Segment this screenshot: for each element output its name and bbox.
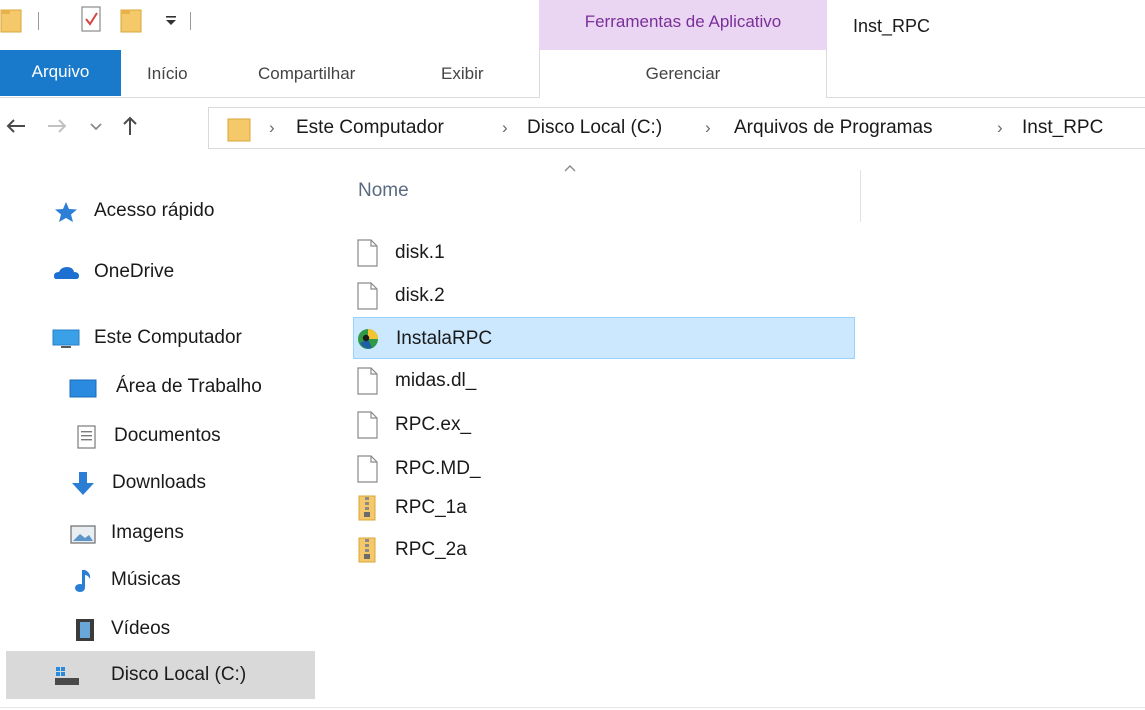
nav-item-documentos[interactable]: Documentos — [0, 413, 320, 459]
window-title: Inst_RPC — [853, 16, 931, 36]
folder-icon — [227, 118, 251, 142]
file-name: RPC.MD_ — [395, 458, 481, 479]
nav-item-musicas[interactable]: Músicas — [0, 557, 320, 603]
nav-item-label: OneDrive — [94, 261, 175, 282]
file-icon — [357, 411, 378, 439]
file-row-rpc-ex[interactable]: RPC.ex_ — [353, 404, 855, 446]
forward-arrow-icon[interactable] — [44, 113, 70, 139]
nav-item-label: Imagens — [111, 522, 184, 543]
properties-icon[interactable] — [81, 6, 101, 32]
file-icon — [357, 239, 378, 267]
document-icon — [77, 425, 96, 449]
nav-item-este-computador[interactable]: Este Computador — [0, 315, 320, 361]
column-divider[interactable] — [860, 170, 861, 222]
tab-compartilhar[interactable]: Compartilhar — [258, 58, 355, 90]
file-row-rpc-1a[interactable]: RPC_1a — [353, 487, 855, 529]
toolbar-separator — [190, 12, 191, 30]
drive-icon — [55, 667, 79, 685]
sort-ascending-icon — [564, 165, 576, 172]
file-name: disk.1 — [395, 242, 445, 263]
file-name: midas.dl_ — [395, 370, 477, 391]
zip-folder-icon — [358, 495, 376, 521]
chevron-down-icon[interactable] — [83, 113, 109, 139]
nav-item-acesso-rapido[interactable]: Acesso rápido — [0, 188, 320, 234]
navigation-pane: Acesso rápido OneDrive Este Computador Á… — [0, 160, 320, 710]
nav-item-label: Acesso rápido — [94, 200, 215, 221]
nav-item-onedrive[interactable]: OneDrive — [0, 249, 320, 295]
breadcrumb-inst-rpc[interactable]: Inst_RPC — [1022, 117, 1103, 139]
customize-dropdown-icon[interactable] — [164, 12, 178, 28]
file-row-rpc-2a[interactable]: RPC_2a — [353, 529, 855, 571]
nav-item-imagens[interactable]: Imagens — [0, 510, 320, 556]
music-note-icon — [75, 570, 91, 592]
star-icon — [55, 202, 77, 222]
address-bar[interactable]: › Este Computador › Disco Local (C:) › A… — [208, 107, 1145, 149]
nav-item-disco-local[interactable]: Disco Local (C:) — [6, 651, 315, 699]
nav-item-label: Vídeos — [111, 618, 171, 639]
context-tab-group: Ferramentas de Aplicativo — [539, 0, 827, 50]
nav-item-label: Área de Trabalho — [116, 376, 262, 397]
file-row-midas-dl[interactable]: midas.dl_ — [353, 360, 855, 402]
nav-item-label: Músicas — [111, 569, 181, 590]
tab-gerenciar[interactable]: Gerenciar — [539, 50, 827, 98]
film-icon — [76, 619, 94, 641]
file-row-rpc-md[interactable]: RPC.MD_ — [353, 448, 855, 490]
nav-item-area-de-trabalho[interactable]: Área de Trabalho — [0, 364, 320, 410]
nav-item-label: Disco Local (C:) — [111, 664, 247, 685]
breadcrumb-separator: › — [997, 118, 1003, 137]
file-name: disk.2 — [395, 285, 445, 306]
breadcrumb-arquivos-de-programas[interactable]: Arquivos de Programas — [734, 117, 933, 139]
folder-icon — [0, 9, 22, 33]
breadcrumb-separator: › — [502, 118, 508, 137]
cloud-icon — [54, 267, 79, 279]
file-row-disk-1[interactable]: disk.1 — [353, 232, 855, 274]
zip-folder-icon — [358, 537, 376, 563]
file-row-instalarpc[interactable]: InstalaRPC — [353, 317, 855, 359]
file-name: RPC_1a — [395, 497, 467, 518]
monitor-icon — [52, 329, 80, 348]
column-header-nome[interactable]: Nome — [358, 180, 409, 202]
file-name: InstalaRPC — [396, 328, 493, 349]
file-icon — [357, 455, 378, 483]
file-name: RPC.ex_ — [395, 414, 472, 435]
installer-app-icon — [358, 329, 378, 349]
desktop-icon — [69, 379, 97, 398]
tab-exibir[interactable]: Exibir — [441, 58, 484, 90]
ribbon-tabs: Arquivo Início Compartilhar Exibir Geren… — [0, 50, 1145, 98]
up-arrow-icon[interactable] — [117, 113, 143, 139]
context-tab-group-label: Ferramentas de Aplicativo — [584, 12, 782, 31]
nav-item-label: Documentos — [114, 425, 221, 446]
file-row-disk-2[interactable]: disk.2 — [353, 275, 855, 317]
nav-item-videos[interactable]: Vídeos — [0, 606, 320, 652]
breadcrumb-este-computador[interactable]: Este Computador — [296, 117, 444, 139]
file-icon — [357, 367, 378, 395]
breadcrumb-disco-local[interactable]: Disco Local (C:) — [527, 117, 662, 139]
nav-item-label: Este Computador — [94, 327, 242, 348]
breadcrumb-separator: › — [269, 118, 275, 137]
back-arrow-icon[interactable] — [3, 113, 29, 139]
nav-item-label: Downloads — [112, 472, 206, 493]
tab-inicio[interactable]: Início — [147, 58, 188, 90]
title-bar: Ferramentas de Aplicativo Inst_RPC — [0, 0, 1145, 50]
file-list-pane: Nome disk.1 disk.2 InstalaRPC midas.dl_ — [320, 160, 1145, 710]
tab-arquivo[interactable]: Arquivo — [0, 50, 121, 96]
breadcrumb-separator: › — [705, 118, 711, 137]
file-icon — [357, 282, 378, 310]
status-divider — [0, 707, 1145, 708]
navigation-bar: › Este Computador › Disco Local (C:) › A… — [0, 99, 1145, 157]
file-name: RPC_2a — [395, 539, 467, 560]
picture-icon — [70, 525, 96, 544]
new-folder-icon[interactable] — [120, 6, 142, 34]
toolbar-separator — [38, 12, 39, 30]
download-arrow-icon — [72, 472, 94, 495]
nav-item-downloads[interactable]: Downloads — [0, 460, 320, 506]
